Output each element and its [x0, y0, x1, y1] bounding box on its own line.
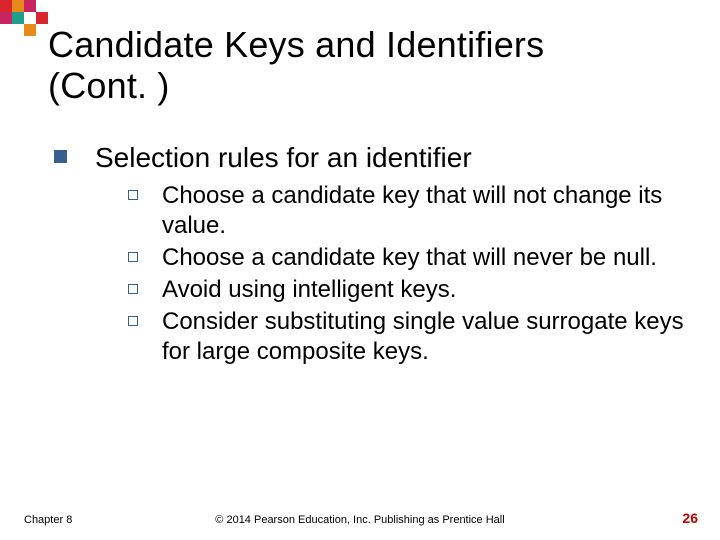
- section-heading: Selection rules for an identifier: [95, 140, 472, 175]
- section-heading-row: Selection rules for an identifier: [40, 140, 690, 175]
- hollow-square-bullet-icon: [128, 190, 138, 200]
- hollow-square-bullet-icon: [128, 316, 138, 326]
- rules-list: Choose a candidate key that will not cha…: [128, 181, 690, 367]
- slide-body: Selection rules for an identifier Choose…: [40, 140, 690, 369]
- list-item: Choose a candidate key that will not cha…: [128, 181, 690, 241]
- brand-logo: [0, 0, 48, 41]
- list-item: Avoid using intelligent keys.: [128, 275, 690, 305]
- title-line-1: Candidate Keys and Identifiers: [48, 24, 544, 65]
- list-item: Consider substituting single value surro…: [128, 307, 690, 367]
- slide-title: Candidate Keys and Identifiers (Cont. ): [48, 24, 544, 107]
- title-line-2: (Cont. ): [48, 65, 170, 106]
- copyright-text: © 2014 Pearson Education, Inc. Publishin…: [0, 514, 720, 526]
- hollow-square-bullet-icon: [128, 284, 138, 294]
- rule-text: Avoid using intelligent keys.: [162, 275, 456, 305]
- rule-text: Consider substituting single value surro…: [162, 307, 690, 367]
- square-bullet-icon: [54, 150, 67, 163]
- list-item: Choose a candidate key that will never b…: [128, 243, 690, 273]
- slide-footer: Chapter 8 © 2014 Pearson Education, Inc.…: [0, 506, 720, 526]
- page-number: 26: [682, 510, 698, 526]
- rule-text: Choose a candidate key that will not cha…: [162, 181, 690, 241]
- hollow-square-bullet-icon: [128, 252, 138, 262]
- rule-text: Choose a candidate key that will never b…: [162, 243, 657, 273]
